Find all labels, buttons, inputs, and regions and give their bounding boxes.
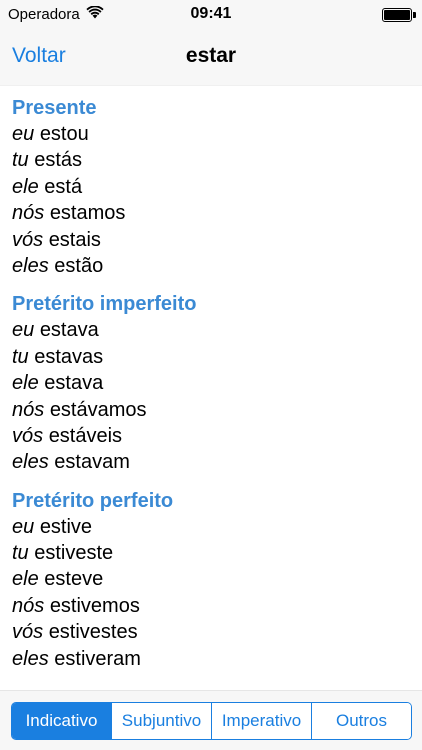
pronoun: eu <box>12 515 35 538</box>
verb-form: estava <box>44 372 104 395</box>
conjugation-row: tu estás <box>12 147 422 173</box>
verb-form: estáveis <box>48 424 123 447</box>
conjugation-row: ele esteve <box>12 566 422 592</box>
verb-form: estava <box>39 319 99 342</box>
conjugation-row: ele está <box>12 174 422 200</box>
verb-form: esteve <box>44 568 104 591</box>
conjugation-row: ele estava <box>12 370 422 396</box>
pronoun: nós <box>12 398 45 421</box>
pronoun: tu <box>12 345 29 368</box>
conjugation-row: vós estáveis <box>12 423 422 449</box>
status-bar: Operadora 09:41 <box>0 0 422 30</box>
back-button[interactable]: Voltar <box>12 44 66 68</box>
pronoun: nós <box>12 594 45 617</box>
conjugation-row: eu estou <box>12 121 422 147</box>
verb-form: estávamos <box>49 398 147 421</box>
conjugation-row: tu estiveste <box>12 540 422 566</box>
pronoun: vós <box>12 424 44 447</box>
conjugation-row: eu estava <box>12 317 422 343</box>
conjugation-row: nós estivemos <box>12 593 422 619</box>
conjugation-row: nós estávamos <box>12 397 422 423</box>
pronoun: ele <box>12 175 39 198</box>
verb-form: estou <box>39 123 89 145</box>
pronoun: eles <box>12 254 49 277</box>
conjugation-row: eles estão <box>12 253 422 279</box>
verb-form: estivemos <box>49 594 140 617</box>
segment-subjuntivo[interactable]: Subjuntivo <box>111 703 211 739</box>
bottom-toolbar: Indicativo Subjuntivo Imperativo Outros <box>0 690 422 750</box>
conjugation-list[interactable]: Presente eu estou tu estás ele está nós … <box>0 86 422 686</box>
verb-form: estiveste <box>34 542 114 565</box>
tense-title: Pretérito perfeito <box>12 489 174 512</box>
tense-section-preterito-imperfeito: Pretérito imperfeito eu estava tu estava… <box>12 291 422 475</box>
verb-form: está <box>44 175 83 198</box>
pronoun: eu <box>12 123 35 145</box>
pronoun: ele <box>12 568 39 591</box>
pronoun: tu <box>12 149 29 172</box>
segment-outros[interactable]: Outros <box>311 703 411 739</box>
pronoun: ele <box>12 372 39 395</box>
verb-form: estavam <box>54 451 130 474</box>
mood-segmented-control: Indicativo Subjuntivo Imperativo Outros <box>11 702 412 740</box>
battery-icon <box>382 8 412 22</box>
verb-form: estão <box>54 254 104 277</box>
conjugation-row: eu estive <box>12 514 422 540</box>
conjugation-row: vós estivestes <box>12 619 422 645</box>
pronoun: vós <box>12 228 44 251</box>
conjugation-row: eles estiveram <box>12 646 422 672</box>
pronoun: tu <box>12 542 29 565</box>
segment-imperativo[interactable]: Imperativo <box>211 703 311 739</box>
battery-tip <box>413 12 416 18</box>
conjugation-row: nós estamos <box>12 200 422 226</box>
verb-form: estiveram <box>54 647 141 670</box>
verb-form: estavas <box>34 345 104 368</box>
verb-form: estivestes <box>48 621 138 644</box>
verb-form: estás <box>34 149 83 172</box>
tense-section-presente: Presente eu estou tu estás ele está nós … <box>12 86 422 279</box>
verb-form: estive <box>39 515 93 538</box>
verb-form: estamos <box>49 202 126 225</box>
pronoun: nós <box>12 202 45 225</box>
pronoun: eles <box>12 647 49 670</box>
battery-fill <box>384 10 410 20</box>
segment-indicativo[interactable]: Indicativo <box>12 703 111 739</box>
pronoun: eu <box>12 319 35 342</box>
verb-form: estais <box>48 228 101 251</box>
conjugation-row: tu estavas <box>12 344 422 370</box>
conjugation-row: vós estais <box>12 227 422 253</box>
status-time: 09:41 <box>190 5 232 22</box>
pronoun: vós <box>12 621 44 644</box>
navigation-bar: Voltar estar <box>0 30 422 86</box>
conjugation-row: eles estavam <box>12 449 422 475</box>
tense-title: Presente <box>12 97 97 119</box>
tense-title: Pretérito imperfeito <box>12 293 197 316</box>
tense-section-preterito-perfeito: Pretérito perfeito eu estive tu estivest… <box>12 488 422 672</box>
pronoun: eles <box>12 451 49 474</box>
